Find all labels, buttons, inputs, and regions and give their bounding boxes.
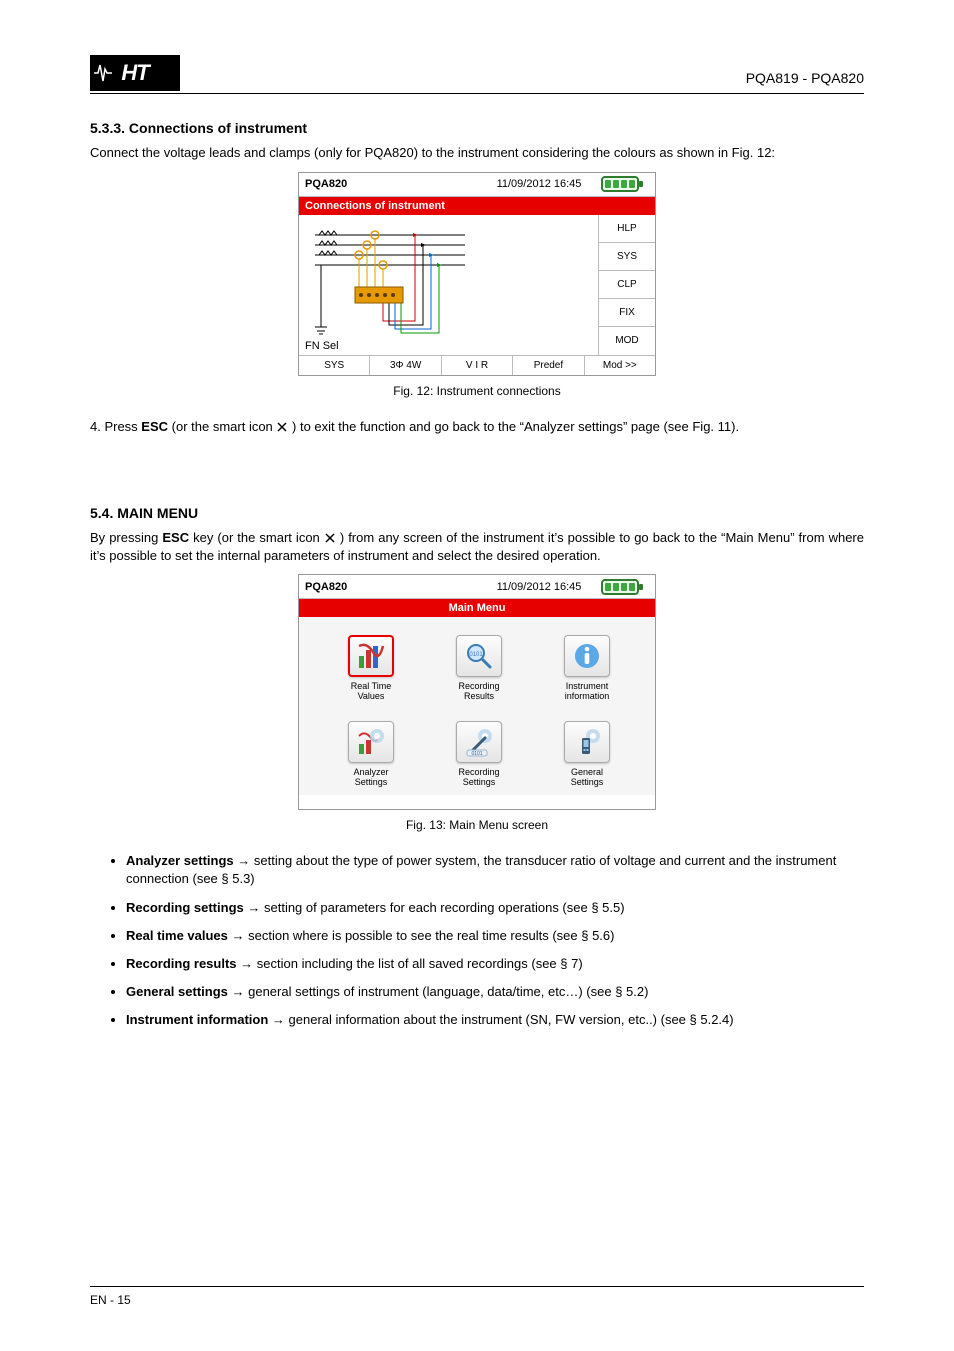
device-b-body: Real Time Values 0101 Recording Results … bbox=[299, 617, 655, 795]
close-icon bbox=[324, 532, 336, 544]
info-icon bbox=[564, 635, 610, 677]
menu-general-settings[interactable]: General Settings bbox=[561, 721, 613, 797]
device-b-header: PQA820 11/09/2012 16:45 bbox=[299, 575, 655, 599]
device-a-body: FN Sel HLP SYS CLP FIX MOD bbox=[299, 215, 655, 355]
menu-label: Instrument information bbox=[561, 681, 613, 701]
button-clp[interactable]: CLP bbox=[599, 271, 655, 299]
device-a-redbar: Connections of instrument bbox=[299, 197, 655, 215]
fig13-caption: Fig. 13: Main Menu screen bbox=[90, 818, 864, 832]
device-a-footer: SYS 3Φ 4W V I R Predef Mod >> bbox=[299, 355, 655, 375]
section-531-para: Connect the voltage leads and clamps (on… bbox=[90, 144, 864, 162]
menu-recording-settings[interactable]: 0101 Recording Settings bbox=[453, 721, 505, 797]
fig12-caption: Fig. 12: Instrument connections bbox=[90, 384, 864, 398]
menu-recording-results[interactable]: 0101 Recording Results bbox=[453, 635, 505, 711]
device-a-time: 11/09/2012 16:45 bbox=[494, 178, 584, 190]
real-time-values-icon bbox=[348, 635, 394, 677]
device-b-footer bbox=[299, 795, 655, 809]
fn-sel-label: FN Sel bbox=[305, 340, 339, 352]
page: HT PQA819 - PQA820 5.3.3. Connections of… bbox=[0, 0, 954, 1351]
section-54-title: 5.4. MAIN MENU bbox=[90, 505, 864, 521]
bullet-instrument-info: Instrument information → general informa… bbox=[126, 1011, 864, 1029]
device-a-header: PQA820 11/09/2012 16:45 bbox=[299, 173, 655, 197]
footer-vir[interactable]: V I R bbox=[442, 356, 513, 375]
device-connections-screen: PQA820 11/09/2012 16:45 Connections of i… bbox=[298, 172, 656, 376]
menu-label: Real Time Values bbox=[345, 681, 397, 701]
footer-mod[interactable]: Mod >> bbox=[585, 356, 655, 375]
menu-label: Recording Settings bbox=[453, 767, 505, 787]
feature-bullet-list: Analyzer settings → setting about the ty… bbox=[126, 852, 864, 1029]
footer-sys[interactable]: SYS bbox=[299, 356, 370, 375]
device-b-redbar: Main Menu bbox=[299, 599, 655, 617]
button-sys[interactable]: SYS bbox=[599, 243, 655, 271]
button-hlp[interactable]: HLP bbox=[599, 215, 655, 243]
main-menu-grid: Real Time Values 0101 Recording Results … bbox=[345, 635, 613, 797]
svg-text:0101: 0101 bbox=[471, 751, 482, 757]
footer-3p4w[interactable]: 3Φ 4W bbox=[370, 356, 441, 375]
device-a-title: PQA820 bbox=[299, 178, 494, 190]
bullet-recording-results: Recording results → section including th… bbox=[126, 955, 864, 973]
footer-predef[interactable]: Predef bbox=[513, 356, 584, 375]
bullet-analyzer-settings: Analyzer settings → setting about the ty… bbox=[126, 852, 864, 888]
menu-real-time-values[interactable]: Real Time Values bbox=[345, 635, 397, 711]
device-a-right-column: HLP SYS CLP FIX MOD bbox=[599, 215, 655, 355]
analyzer-settings-icon bbox=[348, 721, 394, 763]
menu-label: Recording Results bbox=[453, 681, 505, 701]
svg-text:0101: 0101 bbox=[469, 652, 483, 658]
section-54-para: By pressing ESC key (or the smart icon )… bbox=[90, 529, 864, 564]
wiring-diagram bbox=[305, 221, 475, 341]
page-footer: EN - 15 bbox=[90, 1293, 864, 1307]
bullet-real-time-values: Real time values → section where is poss… bbox=[126, 927, 864, 945]
button-fix[interactable]: FIX bbox=[599, 299, 655, 327]
recording-settings-icon: 0101 bbox=[456, 721, 502, 763]
device-b-title: PQA820 bbox=[299, 581, 494, 593]
section2-para: 4. Press ESC (or the smart icon ) to exi… bbox=[90, 418, 864, 436]
bullet-general-settings: General settings → general settings of i… bbox=[126, 983, 864, 1001]
device-b-time: 11/09/2012 16:45 bbox=[494, 581, 584, 593]
brand-logo: HT bbox=[90, 55, 180, 91]
model-label: PQA819 - PQA820 bbox=[746, 70, 864, 86]
page-number: EN - 15 bbox=[90, 1293, 131, 1307]
wiring-diagram-area: FN Sel bbox=[299, 215, 599, 355]
button-mod[interactable]: MOD bbox=[599, 327, 655, 354]
general-settings-icon bbox=[564, 721, 610, 763]
menu-label: Analyzer Settings bbox=[345, 767, 397, 787]
device-mainmenu-screen: PQA820 11/09/2012 16:45 Main Menu Real T… bbox=[298, 574, 656, 810]
battery-icon bbox=[584, 579, 655, 595]
section-531-title: 5.3.3. Connections of instrument bbox=[90, 120, 864, 136]
recording-results-icon: 0101 bbox=[456, 635, 502, 677]
bullet-recording-settings: Recording settings → setting of paramete… bbox=[126, 899, 864, 917]
footer-rule bbox=[90, 1286, 864, 1287]
menu-analyzer-settings[interactable]: Analyzer Settings bbox=[345, 721, 397, 797]
header-rule bbox=[90, 93, 864, 94]
menu-instrument-info[interactable]: Instrument information bbox=[561, 635, 613, 711]
menu-label: General Settings bbox=[561, 767, 613, 787]
logo-text: HT bbox=[121, 60, 148, 86]
close-icon bbox=[276, 421, 288, 433]
battery-icon bbox=[584, 176, 655, 192]
